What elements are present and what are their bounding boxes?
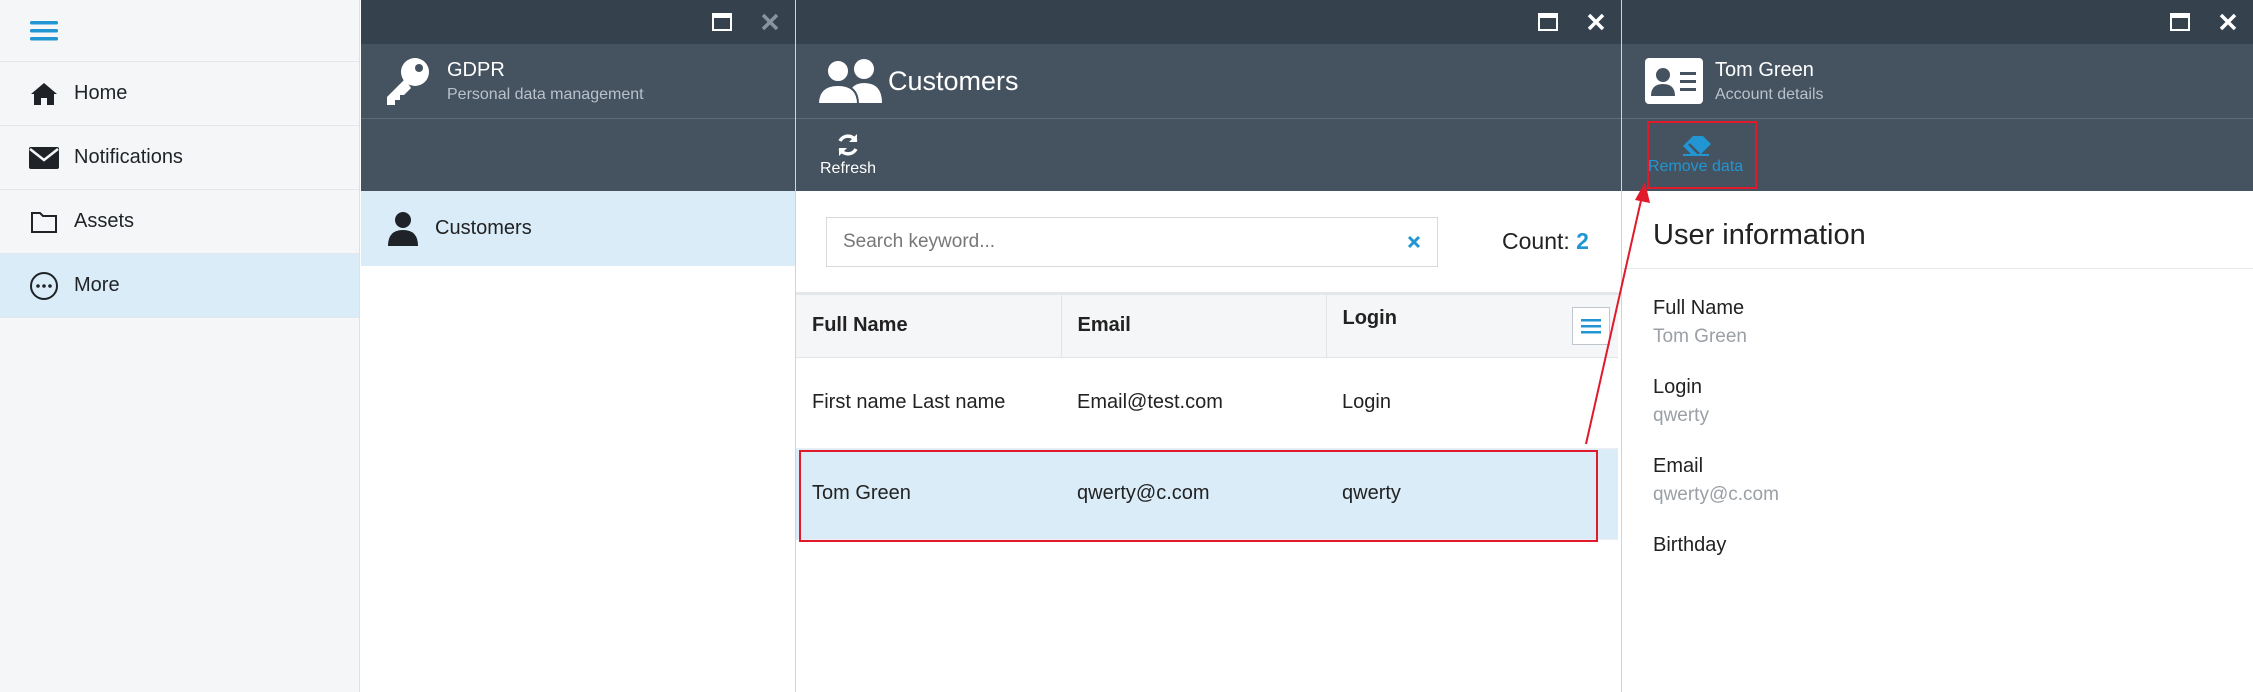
field-value: qwerty — [1653, 405, 1709, 426]
panel-title: Tom Green — [1715, 58, 1814, 81]
field-label: Login — [1653, 376, 1702, 398]
panel-window-bar — [361, 0, 795, 44]
column-header-full-name[interactable]: Full Name — [796, 295, 1062, 358]
app: Home Notifications Assets More GDPR Pers… — [0, 0, 2253, 692]
cell-email: Email@test.com — [1061, 357, 1326, 449]
annotation-remove-button-box — [1647, 121, 1757, 189]
cell-login: Login — [1326, 357, 1618, 449]
key-icon — [387, 58, 429, 105]
gdpr-panel: GDPR Personal data management Customers — [361, 0, 796, 692]
panel-subtitle: Personal data management — [447, 85, 644, 103]
panel-subtitle: Account details — [1715, 85, 1824, 103]
field-label: Full Name — [1653, 297, 1745, 319]
close-icon[interactable] — [2217, 11, 2239, 33]
field-birthday: Birthday — [1622, 534, 2253, 557]
gdpr-item-customers[interactable]: Customers — [361, 191, 795, 266]
list-icon — [1581, 318, 1601, 334]
column-menu-button[interactable] — [1572, 306, 1610, 345]
hamburger-menu-icon[interactable] — [30, 19, 58, 43]
field-value: qwerty@c.com — [1653, 484, 1779, 505]
details-panel: Tom Green Account details Remove data Us… — [1622, 0, 2253, 692]
gdpr-item-label: Customers — [435, 217, 532, 239]
id-card-icon — [1645, 58, 1703, 104]
field-login: Login qwerty — [1622, 376, 2253, 427]
home-icon — [28, 78, 60, 110]
field-email: Email qwerty@c.com — [1622, 455, 2253, 506]
table-row[interactable]: First name Last name Email@test.com Logi… — [796, 357, 1618, 449]
annotation-selected-row-box — [799, 450, 1598, 542]
user-icon — [388, 211, 418, 246]
nav-item-label: Home — [74, 82, 128, 104]
panel-header: Tom Green Account details — [1622, 44, 2253, 119]
customers-panel: Customers Refresh Count: 2 — [796, 0, 1622, 692]
close-icon[interactable] — [1585, 11, 1607, 33]
section-title: User information — [1622, 191, 2253, 269]
cell-full-name: First name Last name — [796, 357, 1061, 449]
panel-header: Customers — [796, 44, 1621, 119]
table-header-row: Full Name Email Login — [796, 295, 1618, 358]
panel-window-bar — [1622, 0, 2253, 44]
panel-header: GDPR Personal data management — [361, 44, 795, 119]
column-header-login[interactable]: Login — [1326, 295, 1618, 358]
field-full-name: Full Name Tom Green — [1622, 297, 2253, 348]
panel-toolbar: Refresh — [796, 119, 1621, 191]
nav-item-label: Assets — [74, 210, 135, 232]
column-header-email[interactable]: Email — [1061, 295, 1327, 358]
folder-icon — [28, 206, 60, 238]
maximize-icon[interactable] — [711, 11, 733, 33]
count-value: 2 — [1576, 228, 1589, 254]
count-label: Count: — [1502, 228, 1570, 254]
field-label: Email — [1653, 455, 1704, 477]
panel-title: GDPR — [447, 58, 505, 81]
field-label: Birthday — [1653, 534, 1727, 556]
maximize-icon[interactable] — [1537, 11, 1559, 33]
more-icon — [28, 270, 60, 302]
panel-toolbar — [361, 119, 795, 191]
nav-top — [0, 0, 359, 62]
nav-item-home[interactable]: Home — [0, 62, 359, 126]
panel-window-bar — [796, 0, 1621, 44]
envelope-icon — [28, 142, 60, 174]
field-value: Tom Green — [1653, 326, 1747, 347]
users-icon — [816, 59, 882, 105]
nav-item-label: More — [74, 274, 120, 296]
refresh-icon — [838, 134, 858, 156]
maximize-icon[interactable] — [2169, 11, 2191, 33]
search-row: Count: 2 — [796, 191, 1621, 295]
nav-item-label: Notifications — [74, 146, 183, 168]
refresh-button[interactable]: Refresh — [820, 132, 876, 178]
left-nav: Home Notifications Assets More — [0, 0, 360, 692]
count-display: Count: 2 — [1502, 228, 1589, 255]
nav-item-more[interactable]: More — [0, 254, 359, 318]
nav-item-notifications[interactable]: Notifications — [0, 126, 359, 190]
panel-title: Customers — [888, 65, 1019, 96]
refresh-label: Refresh — [820, 160, 877, 177]
column-header-label: Login — [1342, 306, 1397, 329]
close-icon[interactable] — [759, 11, 781, 33]
search-box — [826, 216, 1438, 267]
search-input[interactable] — [843, 230, 1343, 253]
clear-icon[interactable] — [1407, 235, 1421, 249]
nav-item-assets[interactable]: Assets — [0, 190, 359, 254]
